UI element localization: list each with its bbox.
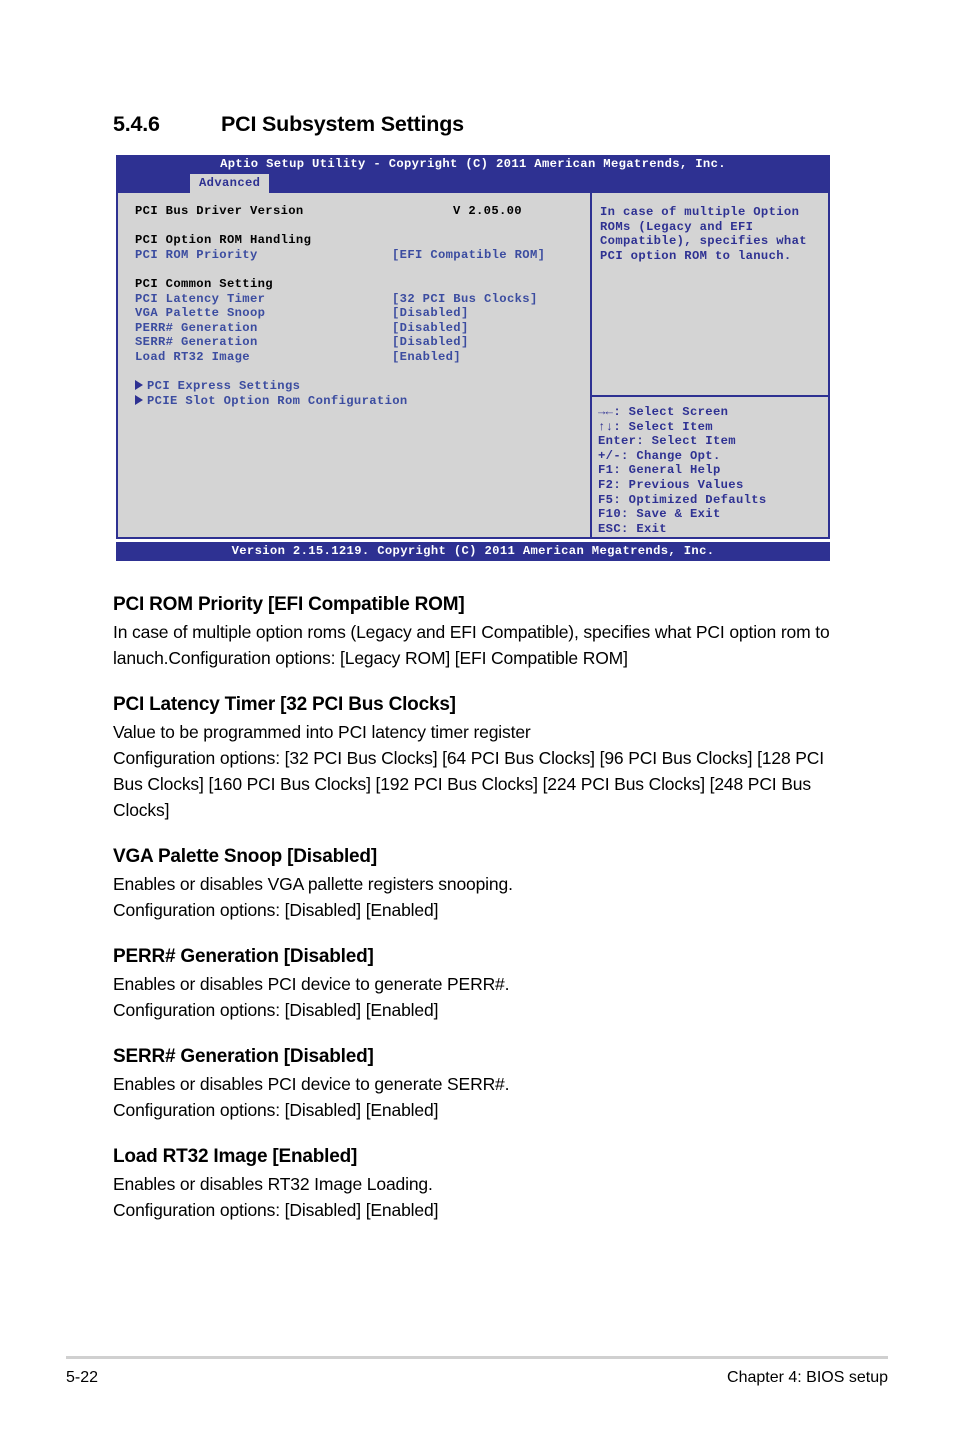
setting-description-block: PERR# Generation [Disabled] Enables or di… (113, 946, 855, 1023)
key-legend-line: ↑↓: Select Item (598, 419, 713, 434)
row-spacer (135, 262, 590, 277)
bios-settings-list: PCI Bus Driver Version V 2.05.00 PCI Optio… (118, 193, 590, 537)
bios-submenu-label: PCI Express Settings (147, 379, 301, 394)
setting-description-title: PERR# Generation [Disabled] (113, 946, 374, 967)
help-line: ROMs (Legacy and EFI (600, 219, 754, 234)
bios-option-value[interactable]: [32 PCI Bus Clocks] (392, 292, 538, 307)
bios-option-label: PCI Option ROM Handling (135, 233, 312, 248)
setting-description-block: VGA Palette Snoop [Disabled] Enables or d… (113, 846, 855, 923)
tab-advanced[interactable]: Advanced (190, 174, 270, 193)
bios-option-value[interactable]: [EFI Compatible ROM] (392, 248, 545, 263)
triangle-right-icon (135, 394, 143, 405)
setting-description-title: PCI ROM Priority [EFI Compatible ROM] (113, 594, 465, 615)
setting-description-block: SERR# Generation [Disabled] Enables or di… (113, 1046, 855, 1123)
setting-description-block: PCI ROM Priority [EFI Compatible ROM] In … (113, 594, 855, 671)
bios-submenu-row[interactable]: PCI Express Settings (135, 379, 590, 394)
help-text: In case of multiple Option ROMs (Legacy a… (592, 193, 828, 395)
bios-option-value[interactable]: [Disabled] (392, 335, 469, 350)
key-legend-line: ESC: Exit (598, 521, 667, 536)
bios-option-row[interactable]: PERR# Generation [Disabled] (135, 321, 590, 336)
settings-descriptions: PCI ROM Priority [EFI Compatible ROM] In … (113, 594, 855, 1246)
help-line: Compatible), specifies what (600, 234, 807, 249)
bios-option-label: PCI Common Setting (135, 276, 273, 291)
footer-rule (66, 1356, 888, 1359)
bios-screen: Aptio Setup Utility - Copyright (C) 2011… (116, 155, 830, 561)
setting-description-text: Enables or disables PCI device to genera… (113, 974, 510, 994)
key-legend-line: Enter: Select Item (598, 434, 736, 449)
bios-option-label: PCI Bus Driver Version (135, 204, 304, 218)
bios-option-value[interactable]: [Enabled] (392, 350, 461, 365)
setting-description-title: PCI Latency Timer [32 PCI Bus Clocks] (113, 694, 456, 715)
chapter-label: Chapter 4: BIOS setup (727, 1369, 888, 1386)
key-legend-line: F10: Save & Exit (598, 507, 721, 522)
section-number: 5.4.6 (113, 112, 160, 136)
setting-description-text: Configuration options: [Disabled] [Enabl… (113, 900, 439, 920)
key-legend-line: F5: Optimized Defaults (598, 492, 767, 507)
help-line: PCI option ROM to lanuch. (600, 248, 792, 263)
bios-option-row: PCI Option ROM Handling (135, 233, 590, 248)
key-legend-line: →←: Select Screen (598, 405, 729, 419)
key-legend-line: F2: Previous Values (598, 477, 744, 492)
bios-option-row: PCI Bus Driver Version V 2.05.00 (135, 204, 590, 219)
key-legend: →←: Select Screen ↑↓: Select Item Enter: S… (592, 397, 828, 536)
bios-option-label: PCI Latency Timer (135, 291, 266, 306)
bios-option-row[interactable]: VGA Palette Snoop [Disabled] (135, 306, 590, 321)
bios-option-label: PERR# Generation (135, 320, 258, 335)
key-legend-line: +/-: Change Opt. (598, 448, 721, 463)
setting-description-title: SERR# Generation [Disabled] (113, 1046, 374, 1067)
bios-option-row[interactable]: PCI ROM Priority [EFI Compatible ROM] (135, 248, 590, 263)
triangle-right-icon (135, 380, 143, 391)
setting-description-text: Configuration options: [Disabled] [Enabl… (113, 1200, 439, 1220)
bios-option-value[interactable]: [Disabled] (392, 321, 469, 336)
bios-option-label: Load RT32 Image (135, 349, 250, 364)
bios-option-label: PCI ROM Priority (135, 247, 258, 262)
bios-option-label: VGA Palette Snoop (135, 306, 266, 321)
setting-description-text: Configuration options: [32 PCI Bus Clock… (113, 748, 824, 820)
setting-description-text: Enables or disables PCI device to genera… (113, 1074, 510, 1094)
setting-description-text: Value to be programmed into PCI latency … (113, 722, 531, 742)
bios-option-value[interactable]: [Disabled] (392, 306, 469, 321)
page-title: 5.4.6 PCI Subsystem Settings (113, 112, 853, 137)
bios-option-row[interactable]: SERR# Generation [Disabled] (135, 335, 590, 350)
bios-submenu-label: PCIE Slot Option Rom Configuration (147, 393, 408, 408)
bios-option-row[interactable]: Load RT32 Image [Enabled] (135, 350, 590, 365)
setting-description-text: Enables or disables RT32 Image Loading. (113, 1174, 433, 1194)
bios-option-row[interactable]: PCI Latency Timer [32 PCI Bus Clocks] (135, 292, 590, 307)
setting-description-text: In case of multiple option roms (Legacy … (113, 622, 830, 668)
setting-description-title: Load RT32 Image [Enabled] (113, 1146, 358, 1167)
bios-footer: Version 2.15.1219. Copyright (C) 2011 Am… (116, 542, 830, 561)
bios-titlebar: Aptio Setup Utility - Copyright (C) 2011… (116, 155, 830, 174)
setting-description-block: PCI Latency Timer [32 PCI Bus Clocks] Val… (113, 694, 855, 823)
row-spacer (135, 219, 590, 234)
setting-description-title: VGA Palette Snoop [Disabled] (113, 846, 377, 867)
section-title: PCI Subsystem Settings (221, 112, 464, 136)
setting-description-text: Enables or disables VGA pallette registe… (113, 874, 513, 894)
key-legend-line: F1: General Help (598, 463, 721, 478)
setting-description-text: Configuration options: [Disabled] [Enabl… (113, 1000, 439, 1020)
bios-body: PCI Bus Driver Version V 2.05.00 PCI Optio… (116, 193, 830, 539)
bios-help-panel: In case of multiple Option ROMs (Legacy a… (592, 193, 828, 537)
bios-option-value: V 2.05.00 (453, 204, 522, 218)
setting-description-text: Configuration options: [Disabled] [Enabl… (113, 1100, 439, 1120)
page-number: 5-22 (66, 1369, 99, 1386)
setting-description-block: Load RT32 Image [Enabled] Enables or disa… (113, 1146, 855, 1223)
help-line: In case of multiple Option (600, 205, 800, 219)
bios-option-row: PCI Common Setting (135, 277, 590, 292)
bios-submenu-row[interactable]: PCIE Slot Option Rom Configuration (135, 393, 590, 409)
bios-tab-bar: Advanced (116, 174, 830, 193)
bios-option-label: SERR# Generation (135, 335, 258, 350)
